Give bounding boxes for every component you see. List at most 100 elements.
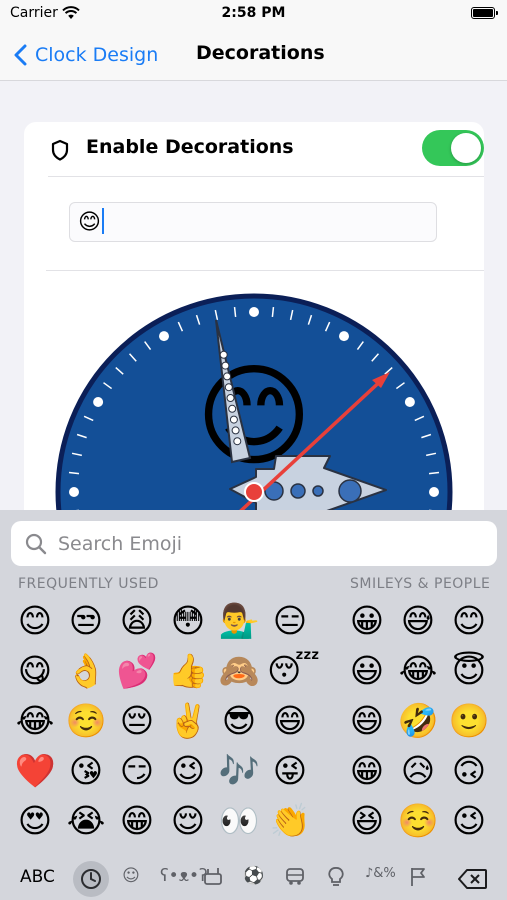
emoji-search-field[interactable]: Search Emoji bbox=[11, 521, 497, 566]
back-button-label: Clock Design bbox=[35, 44, 159, 66]
emoji-key[interactable]: 😉 bbox=[165, 748, 211, 794]
emoji-key[interactable]: ❤️ bbox=[12, 748, 58, 794]
emoji-key[interactable]: 😭 bbox=[63, 798, 109, 844]
hour-dot bbox=[159, 331, 169, 342]
enable-decorations-toggle[interactable] bbox=[422, 130, 484, 166]
smileys-people-label: SMILEYS & PEOPLE bbox=[350, 576, 491, 592]
emoji-keyboard: Search Emoji FREQUENTLY USED SMILEYS & P… bbox=[0, 510, 507, 900]
emoji-key[interactable]: 😊 bbox=[12, 598, 58, 644]
enable-decorations-row: Enable Decorations bbox=[48, 122, 484, 177]
food-icon[interactable] bbox=[201, 866, 225, 886]
hour-dot bbox=[339, 331, 349, 342]
decoration-emoji-input[interactable]: 😊 bbox=[69, 202, 437, 242]
decoration-emoji-value: 😊 bbox=[78, 210, 101, 235]
emoji-key[interactable]: 😑 bbox=[267, 598, 313, 644]
emoji-key[interactable]: 💁‍♂️ bbox=[216, 598, 262, 644]
symbols-icon[interactable]: ♪&% bbox=[365, 866, 396, 881]
emoji-key[interactable]: 😁 bbox=[114, 798, 160, 844]
decorations-card: Enable Decorations 😊 😊 bbox=[24, 122, 484, 522]
emoji-key[interactable]: 👌 bbox=[63, 648, 109, 694]
emoji-key[interactable]: 😄 bbox=[267, 698, 313, 744]
back-button[interactable]: Clock Design bbox=[14, 40, 158, 70]
frequently-used-label: FREQUENTLY USED bbox=[18, 576, 159, 592]
emoji-key[interactable]: 👏 bbox=[267, 798, 313, 844]
hour-dot bbox=[69, 487, 79, 497]
animals-icon[interactable]: ʕ•ᴥ•ʔ bbox=[160, 866, 208, 886]
emoji-key[interactable]: 🤣 bbox=[395, 698, 441, 744]
emoji-key[interactable]: 😋 bbox=[12, 648, 58, 694]
hand-bead bbox=[219, 350, 228, 359]
minute-tick bbox=[271, 306, 275, 318]
hour-dot bbox=[93, 397, 104, 407]
emoji-key[interactable]: ☺️ bbox=[395, 798, 441, 844]
hand-bead bbox=[228, 404, 237, 413]
delete-key-icon[interactable] bbox=[458, 868, 488, 890]
search-icon bbox=[25, 533, 47, 555]
minute-tick bbox=[233, 306, 237, 318]
hand-bead bbox=[223, 372, 232, 381]
clock-preview: 😊 bbox=[55, 293, 453, 522]
hand-bead bbox=[233, 437, 242, 446]
hour-dot bbox=[404, 397, 415, 407]
hand-bead bbox=[226, 394, 235, 402]
emoji-key[interactable]: 👀 bbox=[216, 798, 262, 844]
chevron-left-icon bbox=[14, 44, 27, 66]
page-title: Decorations bbox=[196, 42, 325, 64]
emoji-key[interactable]: 👍 bbox=[165, 648, 211, 694]
emoji-key[interactable]: 😉 bbox=[446, 798, 492, 844]
hour-dot bbox=[249, 307, 259, 317]
emoji-key[interactable]: 😴 bbox=[267, 648, 320, 694]
emoji-key[interactable]: 😥 bbox=[395, 748, 441, 794]
emoji-key[interactable]: 😏 bbox=[114, 748, 160, 794]
emoji-search-placeholder: Search Emoji bbox=[58, 533, 183, 555]
emoji-key[interactable]: 😆 bbox=[344, 798, 390, 844]
emoji-key[interactable]: 😔 bbox=[114, 698, 160, 744]
emoji-key[interactable]: 😅 bbox=[395, 598, 441, 644]
minute-tick bbox=[428, 471, 440, 475]
emoji-category-bar: ABC ☺ ʕ•ᴥ•ʔ ⚽ ♪&% bbox=[0, 848, 507, 900]
emoji-key[interactable]: 😊 bbox=[446, 598, 492, 644]
abc-key[interactable]: ABC bbox=[20, 867, 55, 887]
emoji-key[interactable]: 🙈 bbox=[216, 648, 262, 694]
shield-icon bbox=[51, 139, 69, 161]
hand-bead bbox=[221, 361, 230, 370]
hand-bead bbox=[231, 426, 240, 435]
emoji-key[interactable]: 🎶 bbox=[216, 748, 262, 794]
emoji-key[interactable]: 😘 bbox=[63, 748, 109, 794]
travel-icon[interactable] bbox=[283, 866, 307, 886]
divider bbox=[46, 270, 484, 271]
objects-icon[interactable] bbox=[324, 866, 348, 888]
emoji-key[interactable]: 😂 bbox=[12, 698, 58, 744]
activity-icon[interactable]: ⚽ bbox=[242, 866, 266, 886]
emoji-key[interactable]: ☺️ bbox=[63, 698, 109, 744]
status-time: 2:58 PM bbox=[221, 5, 286, 21]
smileys-icon[interactable]: ☺ bbox=[119, 866, 143, 886]
emoji-key[interactable]: 😂 bbox=[395, 648, 441, 694]
emoji-key[interactable]: 😍 bbox=[12, 798, 58, 844]
emoji-key[interactable]: 😎 bbox=[216, 698, 262, 744]
toggle-knob bbox=[451, 133, 481, 163]
emoji-key[interactable]: 🙂 bbox=[446, 698, 492, 744]
emoji-key[interactable]: 😒 bbox=[63, 598, 109, 644]
emoji-key[interactable]: 😌 bbox=[165, 798, 211, 844]
emoji-key[interactable]: 😄 bbox=[344, 698, 390, 744]
emoji-key[interactable]: 😇 bbox=[446, 648, 492, 694]
emoji-key[interactable]: 😀 bbox=[344, 598, 390, 644]
hand-bead bbox=[224, 383, 233, 392]
status-bar: Carrier 2:58 PM bbox=[0, 0, 507, 30]
emoji-key[interactable]: 😃 bbox=[344, 648, 390, 694]
hour-dot bbox=[429, 487, 439, 497]
emoji-key[interactable]: 😁 bbox=[344, 748, 390, 794]
minute-tick bbox=[68, 471, 80, 475]
emoji-key[interactable]: 😳 bbox=[165, 598, 211, 644]
emoji-key[interactable]: 😜 bbox=[267, 748, 313, 794]
emoji-key[interactable]: 🙃 bbox=[446, 748, 492, 794]
recents-icon[interactable] bbox=[79, 867, 103, 891]
emoji-key[interactable]: 😩 bbox=[114, 598, 160, 644]
emoji-key[interactable]: ✌️ bbox=[165, 698, 211, 744]
emoji-key[interactable]: 💕 bbox=[114, 648, 160, 694]
flags-icon[interactable] bbox=[406, 866, 430, 888]
text-cursor bbox=[101, 208, 104, 234]
battery-icon bbox=[471, 7, 498, 19]
enable-decorations-label: Enable Decorations bbox=[86, 136, 294, 158]
